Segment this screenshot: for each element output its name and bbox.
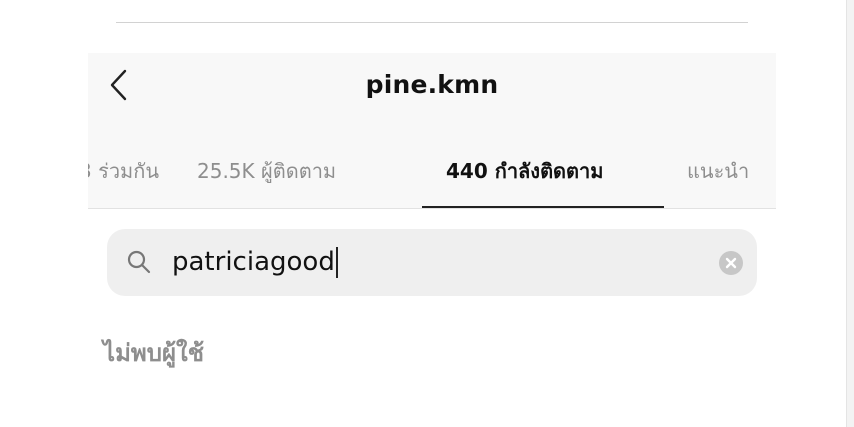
tab-mutual[interactable]: 3 ร่วมกัน [88,151,159,191]
search-icon [127,250,151,274]
profile-username: pine.kmn [365,70,499,99]
top-divider [116,22,748,23]
text-cursor [335,246,338,278]
tab-suggested[interactable]: แนะนำ [687,151,749,191]
following-screen: pine.kmn 3 ร่วมกัน 25.5K ผู้ติดตาม 440 ก… [88,53,776,427]
tab-following[interactable]: 440 กำลังติดตาม [446,151,603,191]
search-input[interactable]: patriciagood [172,243,338,281]
profile-header: pine.kmn 3 ร่วมกัน 25.5K ผู้ติดตาม 440 ก… [88,53,776,209]
no-users-message: ไม่พบผู้ใช้ [103,339,205,367]
connection-tabs: 3 ร่วมกัน 25.5K ผู้ติดตาม 440 กำลังติดตา… [88,151,776,191]
search-input-value: patriciagood [172,247,335,277]
page: pine.kmn 3 ร่วมกัน 25.5K ผู้ติดตาม 440 ก… [0,0,854,427]
header-divider [88,208,776,209]
window-edge [846,0,854,427]
clear-icon[interactable] [718,250,744,276]
tab-followers[interactable]: 25.5K ผู้ติดตาม [197,151,336,191]
search-bar[interactable]: patriciagood [107,229,757,296]
